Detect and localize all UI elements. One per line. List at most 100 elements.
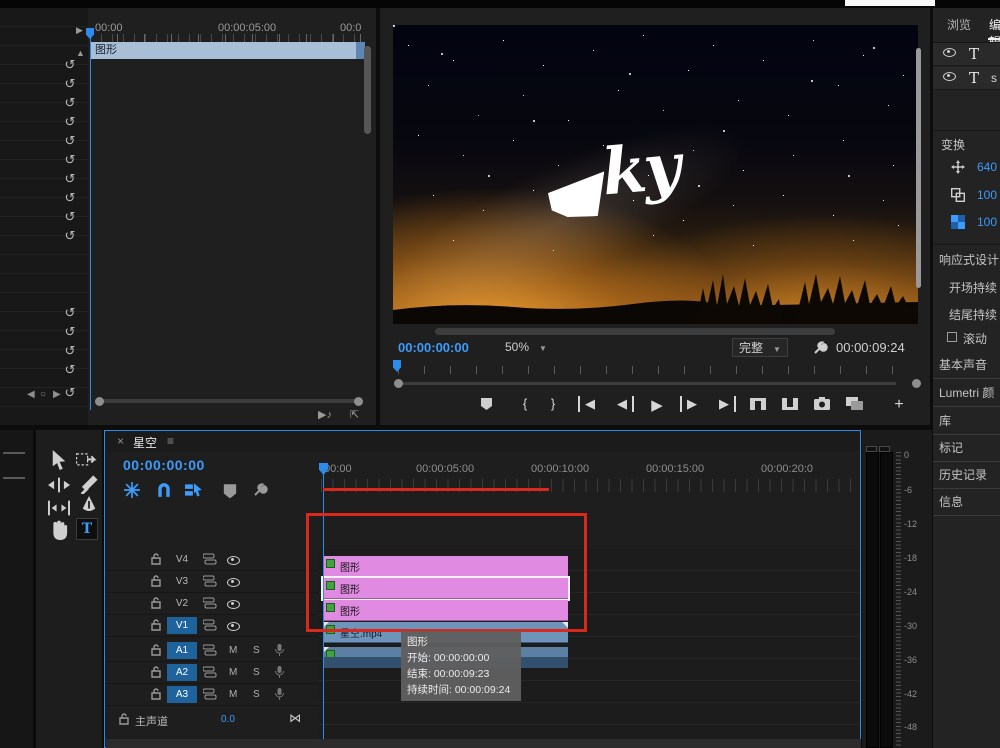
monitor-vertical-scrollbar[interactable] xyxy=(916,48,921,288)
step-back-icon[interactable]: ◀ xyxy=(612,396,634,412)
scrollbar-knob-left[interactable] xyxy=(95,397,104,406)
track-badge[interactable]: V2 xyxy=(167,595,197,612)
selection-tool[interactable] xyxy=(48,450,70,470)
position-icon[interactable] xyxy=(951,160,965,174)
reset-icon[interactable]: ↺ xyxy=(61,76,79,94)
track-badge[interactable]: V4 xyxy=(167,551,197,568)
reset-icon[interactable]: ↺ xyxy=(61,209,79,227)
reset-icon[interactable]: ↺ xyxy=(61,228,79,246)
position-value[interactable]: 640 xyxy=(977,160,997,174)
mic-icon[interactable] xyxy=(275,666,284,679)
scale-icon[interactable] xyxy=(951,188,965,202)
mute-button[interactable]: M xyxy=(229,667,237,678)
button-editor-icon[interactable] xyxy=(846,397,863,410)
reset-icon[interactable]: ↺ xyxy=(61,190,79,208)
track-header-v1[interactable]: V1 xyxy=(105,615,319,637)
export-frame-camera-icon[interactable] xyxy=(814,397,830,410)
toggle-track-output-eye-icon[interactable] xyxy=(227,578,240,587)
sequence-tab-title[interactable]: 星空 xyxy=(133,434,157,451)
track-header-master[interactable]: 主声道 0.0 ⋈ xyxy=(105,709,319,731)
mark-out-icon[interactable]: } xyxy=(542,396,564,411)
eye-icon[interactable] xyxy=(943,48,956,57)
roll-checkbox[interactable] xyxy=(947,332,957,342)
timeline-current-timecode[interactable]: 00:00:00:00 xyxy=(123,457,205,473)
razor-tool[interactable] xyxy=(78,474,100,494)
track-header-a2[interactable]: A2 M S xyxy=(105,662,319,684)
text-layer-row[interactable]: T s xyxy=(933,67,1000,90)
solo-button[interactable]: S xyxy=(253,667,260,678)
marker-icon[interactable] xyxy=(221,483,239,499)
lift-icon[interactable] xyxy=(750,398,766,410)
track-header-v3[interactable]: V3 xyxy=(105,571,319,593)
track-badge-selected[interactable]: A3 xyxy=(167,686,197,703)
play-audio-only-icon[interactable]: ▶♪ xyxy=(318,408,332,421)
lock-icon[interactable] xyxy=(151,688,161,700)
next-keyframe-icon[interactable]: ▶ xyxy=(53,389,61,400)
reset-icon[interactable]: ↺ xyxy=(61,362,79,380)
reset-icon[interactable]: ↺ xyxy=(61,114,79,132)
horizontal-scrollbar[interactable] xyxy=(100,399,358,403)
effect-controls-playhead[interactable] xyxy=(90,28,91,410)
solo-button[interactable]: S xyxy=(253,645,260,656)
timeline-settings-wrench-icon[interactable] xyxy=(251,482,269,498)
add-keyframe-icon[interactable]: ○ xyxy=(40,389,46,400)
toggle-track-output-eye-icon[interactable] xyxy=(227,622,240,631)
scrollbar-knob-right[interactable] xyxy=(354,397,363,406)
hand-tool[interactable] xyxy=(48,520,70,540)
reset-icon[interactable]: ↺ xyxy=(61,324,79,342)
program-monitor-frame[interactable]: ky xyxy=(393,25,918,324)
panel-tab-history[interactable]: 历史记录 xyxy=(933,462,1000,489)
opacity-value[interactable]: 100 xyxy=(977,215,997,229)
monitor-scrub-bar[interactable] xyxy=(393,362,917,376)
go-to-out-icon[interactable]: ▶ xyxy=(714,396,736,412)
source-assign-icon[interactable] xyxy=(203,597,217,609)
opacity-icon[interactable] xyxy=(951,215,965,229)
reset-icon[interactable]: ↺ xyxy=(61,133,79,151)
toggle-track-output-eye-icon[interactable] xyxy=(227,556,240,565)
scrub-scrollbar[interactable] xyxy=(400,382,896,385)
mic-icon[interactable] xyxy=(275,688,284,701)
linked-selection-icon[interactable] xyxy=(185,482,203,498)
prev-keyframe-icon[interactable]: ◀ xyxy=(27,389,35,400)
scale-value[interactable]: 100 xyxy=(977,188,997,202)
vertical-scrollbar[interactable] xyxy=(364,46,371,134)
reset-icon[interactable]: ↺ xyxy=(61,95,79,113)
playhead-timecode[interactable]: 00:00:00:00 xyxy=(398,340,469,355)
playback-quality-select[interactable]: 完整 ▼ xyxy=(732,338,788,357)
clip-duration-bar[interactable]: 图形 xyxy=(90,42,365,59)
lock-icon[interactable] xyxy=(151,597,161,609)
panel-tab-lumetri-color[interactable]: Lumetri 颜 xyxy=(933,380,1000,407)
reset-icon[interactable]: ↺ xyxy=(61,152,79,170)
eye-icon[interactable] xyxy=(943,72,956,81)
play-icon[interactable]: ▶ xyxy=(646,396,668,414)
track-badge-selected[interactable]: A2 xyxy=(167,664,197,681)
add-marker-icon[interactable] xyxy=(480,397,493,411)
panel-tab-essential-sound[interactable]: 基本声音 xyxy=(933,352,1000,379)
scrub-knob-left[interactable] xyxy=(394,379,403,388)
ripple-edit-tool[interactable] xyxy=(48,475,70,495)
mic-icon[interactable] xyxy=(275,644,284,657)
panel-tab-libraries[interactable]: 库 xyxy=(933,408,1000,435)
track-header-a3[interactable]: A3 M S xyxy=(105,684,319,706)
reset-icon[interactable]: ↺ xyxy=(61,385,79,403)
settings-wrench-icon[interactable] xyxy=(812,340,828,356)
add-button-icon[interactable]: + xyxy=(888,396,910,414)
track-badge[interactable]: V3 xyxy=(167,573,197,590)
source-assign-icon[interactable] xyxy=(203,619,217,631)
track-header-v4[interactable]: V4 xyxy=(105,549,319,571)
source-assign-icon[interactable] xyxy=(203,666,217,678)
reset-icon[interactable]: ↺ xyxy=(61,343,79,361)
panel-tab-markers[interactable]: 标记 xyxy=(933,435,1000,462)
go-to-in-icon[interactable]: ◀ xyxy=(578,396,600,412)
panel-tab-info[interactable]: 信息 xyxy=(933,489,1000,516)
reset-icon[interactable]: ↺ xyxy=(61,57,79,75)
lock-icon[interactable] xyxy=(151,644,161,656)
source-assign-icon[interactable] xyxy=(203,553,217,565)
pen-tool[interactable] xyxy=(78,496,100,516)
track-header-a1[interactable]: A1 M S xyxy=(105,640,319,662)
close-icon[interactable]: × xyxy=(117,434,124,448)
toggle-track-output-eye-icon[interactable] xyxy=(227,600,240,609)
scrub-knob-right[interactable] xyxy=(912,379,921,388)
mark-in-icon[interactable]: { xyxy=(514,396,536,411)
extract-icon[interactable] xyxy=(782,398,798,410)
